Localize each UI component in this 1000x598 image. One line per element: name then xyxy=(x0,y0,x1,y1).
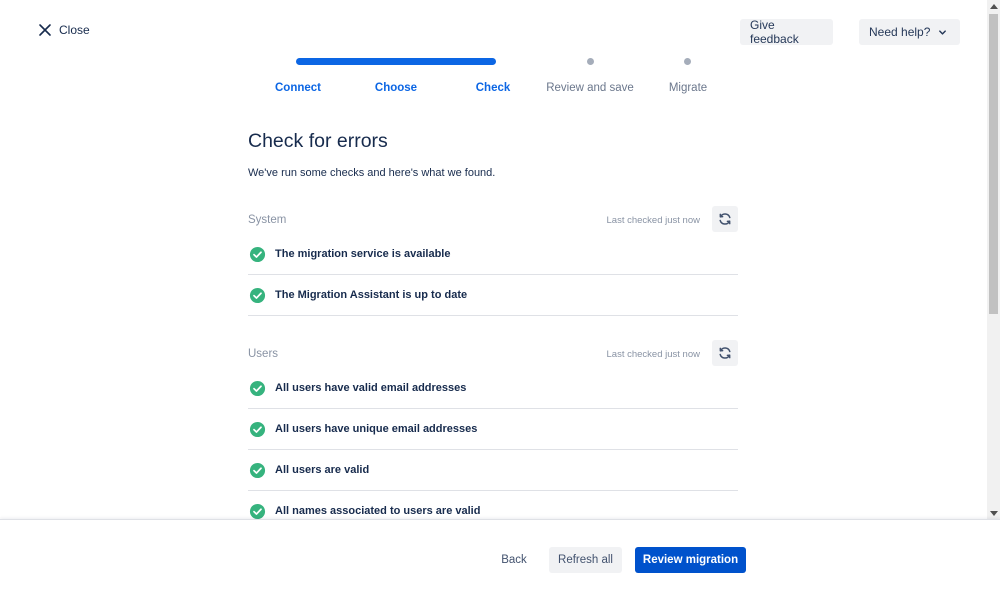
section-title: System xyxy=(248,214,287,226)
review-migration-button[interactable]: Review migration xyxy=(635,547,746,573)
close-label: Close xyxy=(59,23,90,37)
page-subtitle: We've run some checks and here's what we… xyxy=(248,167,496,179)
give-feedback-label: Give feedback xyxy=(750,18,799,46)
footer-bar: Back Refresh all Review migration xyxy=(0,519,1000,598)
check-item: The migration service is available xyxy=(248,234,738,275)
give-feedback-button[interactable]: Give feedback xyxy=(740,18,833,46)
back-button[interactable]: Back xyxy=(490,547,538,573)
last-checked-label: Last checked just now xyxy=(606,349,700,360)
close-icon xyxy=(39,24,51,36)
check-circle-icon xyxy=(249,503,266,519)
close-button[interactable]: Close xyxy=(38,23,90,37)
check-circle-icon xyxy=(249,380,266,396)
step-choose: Choose xyxy=(374,82,418,94)
vertical-scrollbar[interactable] xyxy=(987,0,1000,520)
last-checked-label: Last checked just now xyxy=(606,215,700,226)
check-label: All names associated to users are valid xyxy=(275,505,481,517)
check-label: All users are valid xyxy=(275,464,370,476)
check-item: All users have valid email addresses xyxy=(248,368,738,409)
scroll-thumb[interactable] xyxy=(989,14,998,314)
refresh-icon xyxy=(719,213,731,225)
step-review-and-save: Review and save xyxy=(546,82,634,94)
check-circle-icon xyxy=(249,246,266,262)
scroll-up-arrow[interactable] xyxy=(990,4,998,9)
refresh-users-button[interactable] xyxy=(712,340,738,366)
top-bar: Close Give feedback Need help? xyxy=(0,0,987,60)
section-header: Users Last checked just now xyxy=(248,340,738,368)
check-list: All users have valid email addresses All… xyxy=(248,368,738,532)
check-item: The Migration Assistant is up to date xyxy=(248,275,738,316)
step-dot-migrate xyxy=(684,58,691,65)
section-header: System Last checked just now xyxy=(248,206,738,234)
refresh-icon xyxy=(719,347,731,359)
refresh-system-button[interactable] xyxy=(712,206,738,232)
scroll-down-arrow[interactable] xyxy=(990,511,998,516)
check-label: The migration service is available xyxy=(275,248,451,260)
step-dot-review xyxy=(587,58,594,65)
check-item: All users are valid xyxy=(248,450,738,491)
section-title: Users xyxy=(248,348,279,360)
check-circle-icon xyxy=(249,421,266,437)
check-list: The migration service is available The M… xyxy=(248,234,738,316)
step-connect: Connect xyxy=(275,82,321,94)
page-header: Check for errors We've run some checks a… xyxy=(248,125,738,179)
progress-bar xyxy=(296,58,496,65)
check-label: The Migration Assistant is up to date xyxy=(275,289,468,301)
system-section: System Last checked just now The migrati… xyxy=(248,206,738,316)
step-migrate: Migrate xyxy=(668,82,708,94)
progress-stepper: Connect Choose Check Review and save Mig… xyxy=(250,55,735,100)
check-label: All users have unique email addresses xyxy=(275,423,478,435)
check-circle-icon xyxy=(249,287,266,303)
step-check: Check xyxy=(475,82,511,94)
need-help-label: Need help? xyxy=(869,25,931,39)
check-circle-icon xyxy=(249,462,266,478)
refresh-all-button[interactable]: Refresh all xyxy=(549,547,622,573)
need-help-button[interactable]: Need help? xyxy=(859,19,960,45)
page-title: Check for errors xyxy=(248,130,388,152)
users-section: Users Last checked just now All users ha… xyxy=(248,340,738,532)
check-label: All users have valid email addresses xyxy=(275,382,467,394)
check-item: All users have unique email addresses xyxy=(248,409,738,450)
chevron-down-icon xyxy=(939,29,947,35)
